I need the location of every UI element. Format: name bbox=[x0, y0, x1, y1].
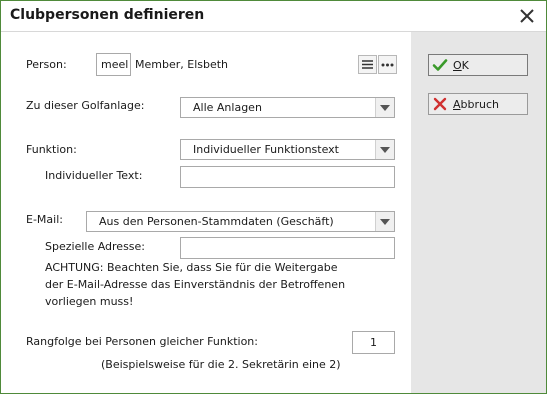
more-button[interactable] bbox=[378, 55, 397, 74]
rangfolge-label: Rangfolge bei Personen gleicher Funktion… bbox=[26, 335, 258, 348]
ok-button[interactable]: OK bbox=[428, 54, 528, 76]
golfanlage-label: Zu dieser Golfanlage: bbox=[26, 99, 145, 112]
cancel-label-rest: bbruch bbox=[460, 98, 500, 111]
chevron-down-icon[interactable] bbox=[375, 212, 394, 231]
person-code-input[interactable]: meel bbox=[96, 53, 131, 76]
ok-label-accesskey: O bbox=[453, 59, 462, 72]
rangfolge-input[interactable]: 1 bbox=[352, 331, 395, 354]
close-icon[interactable] bbox=[518, 7, 536, 25]
funktion-label: Funktion: bbox=[26, 143, 77, 156]
indiv-text-label: Individueller Text: bbox=[45, 169, 143, 182]
rangfolge-hint: (Beispielsweise für die 2. Sekretärin ei… bbox=[101, 358, 341, 371]
list-icon bbox=[362, 60, 373, 69]
person-name: Member, Elsbeth bbox=[135, 58, 229, 71]
warning-line-3: vorliegen muss! bbox=[45, 295, 134, 308]
cancel-x-icon bbox=[433, 97, 447, 111]
email-label: E-Mail: bbox=[26, 213, 63, 226]
golfanlage-value: Alle Anlagen bbox=[193, 101, 262, 114]
spez-adresse-label: Spezielle Adresse: bbox=[45, 240, 146, 253]
indiv-text-input[interactable] bbox=[180, 166, 395, 188]
email-value: Aus den Personen-Stammdaten (Geschäft) bbox=[99, 215, 334, 228]
more-icon bbox=[381, 63, 394, 67]
cancel-label-accesskey: A bbox=[453, 98, 461, 111]
spez-adresse-input[interactable] bbox=[180, 237, 395, 259]
email-select[interactable]: Aus den Personen-Stammdaten (Geschäft) bbox=[86, 211, 395, 232]
cancel-button[interactable]: Abbruch bbox=[428, 93, 528, 115]
dialog-window: Clubpersonen definieren Person: meel Mem… bbox=[0, 0, 547, 394]
form-panel: Person: meel Member, Elsbeth Zu dieser G… bbox=[1, 32, 411, 393]
warning-line-2: der E-Mail-Adresse das Einverständnis de… bbox=[45, 278, 346, 291]
chevron-down-icon[interactable] bbox=[375, 140, 394, 159]
funktion-select[interactable]: Individueller Funktionstext bbox=[180, 139, 395, 160]
warning-line-1: ACHTUNG: Beachten Sie, dass Sie für die … bbox=[45, 261, 338, 274]
golfanlage-select[interactable]: Alle Anlagen bbox=[180, 97, 395, 118]
ok-label-rest: K bbox=[461, 59, 469, 72]
list-button[interactable] bbox=[358, 55, 377, 74]
button-panel: OK Abbruch bbox=[411, 32, 546, 393]
cancel-label: Abbruch bbox=[453, 98, 499, 111]
funktion-value: Individueller Funktionstext bbox=[193, 143, 339, 156]
title-bar: Clubpersonen definieren bbox=[1, 1, 546, 32]
person-label: Person: bbox=[26, 58, 67, 71]
checkmark-icon bbox=[432, 59, 448, 71]
chevron-down-icon[interactable] bbox=[375, 98, 394, 117]
ok-label: OK bbox=[453, 59, 469, 72]
dialog-title: Clubpersonen definieren bbox=[10, 7, 205, 23]
